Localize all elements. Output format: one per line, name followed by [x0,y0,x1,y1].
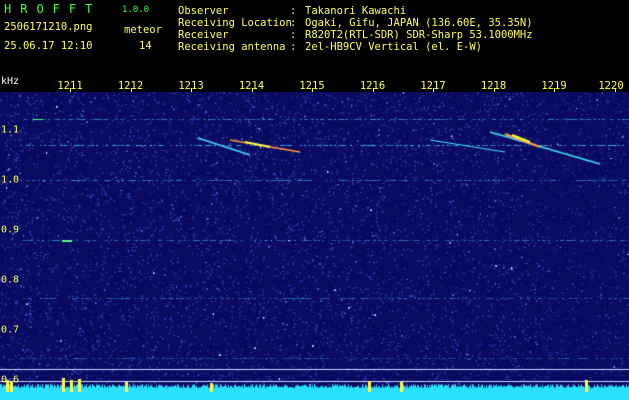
y-tick-label: 1.0 [1,174,20,186]
meteor-label: meteor [124,24,162,36]
receiver-label: Receiver [178,29,229,41]
spectrogram [0,92,629,400]
y-tick-label: 0.8 [1,274,20,286]
y-tick-label: 0.9 [1,224,20,236]
x-tick-label: 1220 [598,80,624,92]
meteor-count: 14 [139,40,152,52]
spectrogram-canvas [0,92,629,400]
timestamp: 25.06.17 12:10 [4,40,93,52]
app-brand: HROFFT [4,2,102,16]
antenna-value: 2el-HB9CV Vertical (el. E-W) [305,41,483,53]
receiver-value: R820T2(RTL-SDR) SDR-Sharp 53.1000MHz [305,29,533,41]
app-version: 1.0.0 [122,5,150,15]
receiver-sep: : [290,29,297,41]
y-tick-label: 1.1 [1,124,20,136]
axis-unit: kHz [1,76,20,87]
location-label: Receiving Location [178,17,292,29]
file-name: 2506171210.png [4,21,93,33]
antenna-label: Receiving antenna [178,41,286,53]
y-tick-label: 0.6 [1,374,20,386]
location-sep: : [290,17,297,29]
observer-label: Observer [178,5,229,17]
observer-value: Takanori Kawachi [305,5,407,17]
header-panel: HROFFT 1.0.0 2506171210.png meteor 25.06… [0,0,629,74]
location-value: Ogaki, Gifu, JAPAN (136.60E, 35.35N) [305,17,533,29]
y-tick-label: 0.7 [1,324,20,336]
observer-sep: : [290,5,297,17]
antenna-sep: : [290,41,297,53]
